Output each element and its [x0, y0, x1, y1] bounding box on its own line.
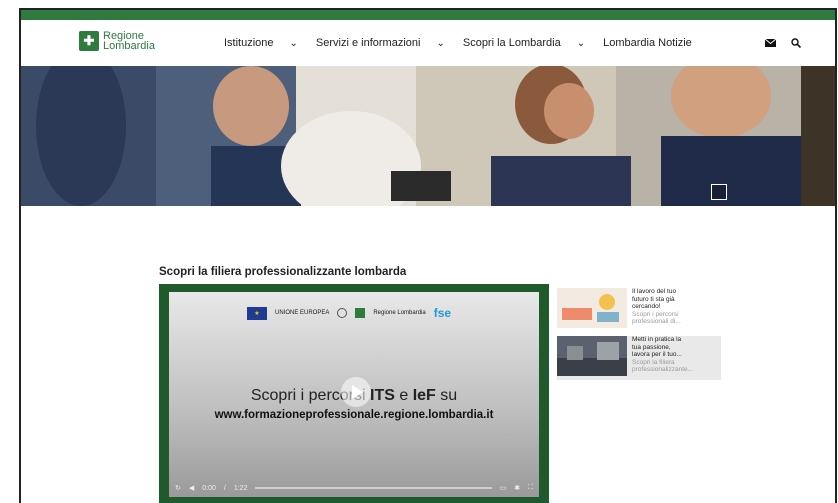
- headline-suffix: su: [435, 387, 458, 404]
- playlist-title: tua passione,: [632, 343, 671, 351]
- playlist-item[interactable]: Il lavoro del tuo futuro ti sta già cerc…: [557, 288, 721, 332]
- headline-mid: e: [394, 387, 413, 404]
- logo-line-2: Lombardia: [103, 40, 155, 52]
- funding-logos: ★ UNIONE EUROPEA Regione Lombardia fse: [247, 306, 451, 320]
- logo-mark-icon: ✚: [79, 31, 99, 51]
- eu-label: UNIONE EUROPEA: [275, 310, 330, 316]
- eu-flag-icon: ★: [247, 306, 267, 320]
- playlist-thumbnail: [557, 288, 627, 328]
- playlist-subtitle: Scopri la filiera: [632, 358, 675, 366]
- time-current: 0:00: [202, 484, 216, 492]
- header-icons: [763, 36, 803, 50]
- video-player[interactable]: ★ UNIONE EUROPEA Regione Lombardia fse S…: [159, 284, 549, 503]
- progress-bar[interactable]: [255, 487, 492, 489]
- regione-logo-icon: [355, 308, 366, 318]
- chevron-down-icon: ⌄: [289, 37, 298, 49]
- playlist-text: Il lavoro del tuo futuro ti sta già cerc…: [632, 288, 681, 332]
- expand-icon[interactable]: [711, 184, 727, 200]
- italy-emblem-icon: [337, 308, 348, 318]
- playlist-title: futuro ti sta già: [632, 295, 675, 303]
- playlist-title: lavora per il tuo...: [632, 351, 682, 358]
- video-controls: ↻ ◀ 0:00 / 1:22 ▭ ✱ ⛶: [169, 479, 539, 497]
- main-nav: Istituzione ⌄ Servizi e informazioni ⌄ S…: [224, 37, 710, 49]
- main-content: Scopri la filiera professionalizzante lo…: [21, 206, 835, 503]
- page-frame: ✚ Regione Lombardia Istituzione ⌄ Serviz…: [19, 8, 837, 503]
- volume-icon[interactable]: ◀: [189, 484, 194, 492]
- fse-label: fse: [433, 306, 452, 320]
- nav-item-scopri[interactable]: Scopri la Lombardia ⌄: [463, 37, 585, 49]
- time-separator: /: [223, 484, 226, 492]
- nav-label: Lombardia Notizie: [603, 37, 692, 49]
- replay-icon[interactable]: ↻: [175, 484, 181, 492]
- playlist-title: Metti in pratica la: [632, 336, 682, 343]
- site-logo[interactable]: ✚ Regione Lombardia: [79, 31, 155, 52]
- playlist-title: Il lavoro del tuo: [632, 288, 677, 295]
- time-total: 1:22: [233, 484, 248, 492]
- playlist-subtitle: Scopri i percorsi: [632, 310, 679, 318]
- playlist-subtitle: professionalizzante...: [632, 366, 694, 373]
- fullscreen-icon[interactable]: ⛶: [528, 484, 533, 492]
- nav-item-notizie[interactable]: Lombardia Notizie: [603, 37, 692, 49]
- captions-icon[interactable]: ▭: [500, 484, 507, 492]
- nav-label: Servizi e informazioni: [315, 37, 421, 49]
- regione-label: Regione Lombardia: [373, 310, 426, 316]
- nav-label: Istituzione: [224, 37, 274, 49]
- nav-item-servizi[interactable]: Servizi e informazioni ⌄: [316, 37, 445, 49]
- headline-ief: IeF: [412, 387, 436, 404]
- mail-icon[interactable]: [763, 36, 777, 50]
- headline-its: ITS: [370, 387, 395, 404]
- chevron-down-icon: ⌄: [436, 37, 445, 49]
- logo-text: Regione Lombardia: [103, 31, 155, 52]
- site-header: ✚ Regione Lombardia Istituzione ⌄ Serviz…: [21, 20, 835, 66]
- playlist-item-active[interactable]: Metti in pratica la tua passione, lavora…: [557, 336, 721, 380]
- video-url: www.formazioneprofessionale.regione.lomb…: [214, 409, 494, 421]
- play-icon[interactable]: [341, 377, 371, 407]
- video-frame: ★ UNIONE EUROPEA Regione Lombardia fse S…: [169, 292, 539, 497]
- playlist-text: Metti in pratica la tua passione, lavora…: [632, 336, 693, 380]
- hero-image: [21, 66, 835, 206]
- nav-item-istituzione[interactable]: Istituzione ⌄: [224, 37, 298, 49]
- playlist-thumbnail: [557, 336, 627, 376]
- search-icon[interactable]: [789, 36, 803, 50]
- chevron-down-icon: ⌄: [576, 37, 586, 49]
- top-accent-bar: [21, 10, 835, 20]
- nav-label: Scopri la Lombardia: [462, 37, 561, 49]
- settings-icon[interactable]: ✱: [514, 484, 520, 492]
- playlist-subtitle: professionali di...: [632, 318, 681, 325]
- video-playlist: Il lavoro del tuo futuro ti sta già cerc…: [557, 288, 721, 384]
- section-title: Scopri la filiera professionalizzante lo…: [159, 266, 407, 278]
- playlist-title: cercando!: [632, 303, 661, 310]
